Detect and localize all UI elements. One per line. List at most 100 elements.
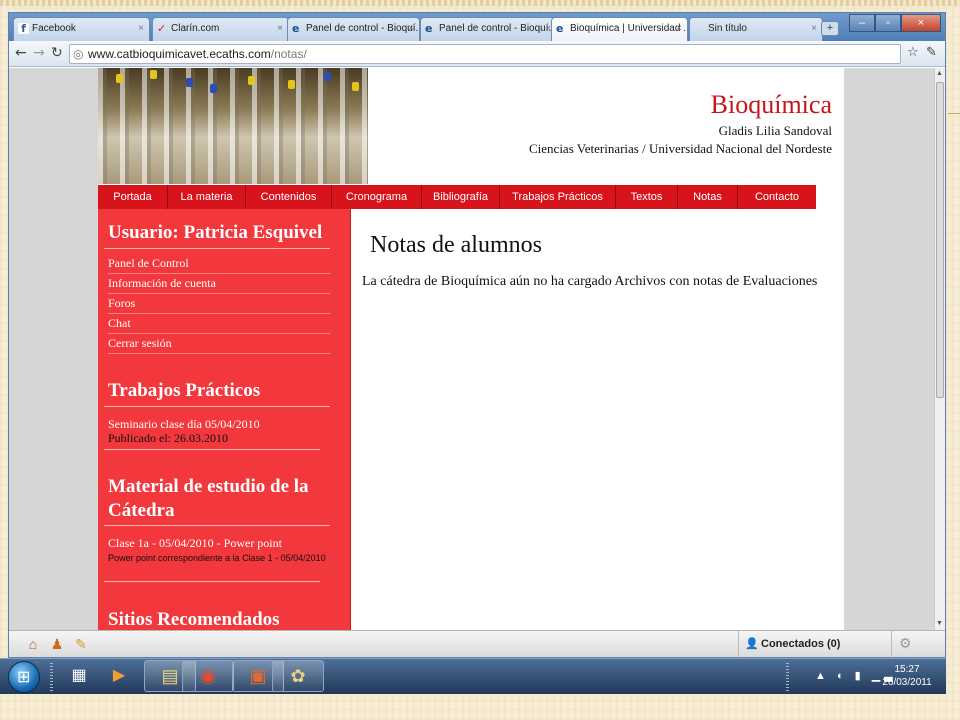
slide-rule: [948, 113, 960, 114]
page-title: Notas de alumnos: [370, 232, 542, 258]
web-page: Bioquímica Gladis Lilia Sandoval Ciencia…: [98, 68, 844, 630]
browser-toolbar: ← → ↻ ◎ www.catbioquimicavet.ecaths.com/…: [9, 41, 945, 67]
page-scrollbar[interactable]: ▲ ▼: [934, 68, 945, 630]
maximize-button[interactable]: ▫: [875, 14, 901, 32]
nav-textos[interactable]: Textos: [616, 185, 678, 209]
taskbar-grip: [786, 663, 789, 691]
banner-caps: [98, 68, 368, 98]
close-window-button[interactable]: ×: [901, 14, 941, 32]
e-site-icon: e: [292, 22, 300, 35]
window-controls: – ▫ ×: [849, 14, 941, 32]
divider: [104, 406, 330, 407]
home-icon[interactable]: ⌂: [23, 635, 43, 653]
nav-la-materia[interactable]: La materia: [168, 185, 246, 209]
main-nav: Portada La materia Contenidos Cronograma…: [98, 185, 816, 209]
sidebar: Usuario: Patricia Esquivel Panel de Cont…: [98, 209, 351, 630]
divider: [104, 449, 320, 450]
media-player-icon[interactable]: ▶: [106, 662, 132, 690]
nav-cronograma[interactable]: Cronograma: [332, 185, 422, 209]
gear-icon[interactable]: ⚙: [899, 635, 912, 652]
site-title: Bioquímica: [710, 90, 832, 119]
tab-facebook[interactable]: f Facebook ×: [13, 17, 150, 41]
nav-trabajos-practicos[interactable]: Trabajos Prácticos: [500, 185, 616, 209]
taskbar-grip: [50, 663, 53, 691]
chat-status-label: Conectados (0): [761, 638, 841, 650]
windows-logo-icon: ⊞: [17, 669, 31, 686]
clock-date: 26/03/2011: [882, 677, 932, 688]
tab-panel-2[interactable]: e Panel de control - Bioquí... ×: [420, 17, 557, 41]
chat-bar: ⌂ ♟ ✎ 👤 Conectados (0) ⚙: [9, 630, 945, 658]
clock[interactable]: 15:27 26/03/2011: [880, 663, 934, 689]
scroll-down-icon[interactable]: ▼: [936, 620, 943, 627]
tp-published: Publicado el: 26.03.2010: [108, 431, 228, 445]
reload-icon[interactable]: ↻: [51, 45, 63, 61]
nav-contacto[interactable]: Contacto: [738, 185, 816, 209]
nav-bibliografia[interactable]: Bibliografía: [422, 185, 500, 209]
tab-label: Facebook: [32, 23, 76, 34]
e-site-icon: e: [556, 22, 564, 35]
tab-sin-titulo[interactable]: Sin título ×: [689, 17, 823, 41]
pencil-icon[interactable]: ✎: [71, 635, 91, 653]
scroll-thumb[interactable]: [936, 82, 944, 398]
forward-icon[interactable]: →: [33, 45, 45, 61]
facebook-icon: f: [18, 23, 29, 34]
tab-strip: f Facebook × ✓ Clarín.com × e Panel de c…: [9, 13, 945, 41]
sites-heading: Sitios Recomendados: [108, 609, 280, 630]
contacts-icon: 👤: [745, 638, 759, 650]
material-heading-line2: Cátedra: [108, 500, 175, 521]
divider: [104, 581, 320, 582]
sidebar-link-panel-de-control[interactable]: Panel de Control: [108, 254, 330, 274]
sidebar-link-cerrar-sesion[interactable]: Cerrar sesión: [108, 334, 330, 354]
close-icon[interactable]: ×: [277, 18, 283, 40]
web-viewport: Bioquímica Gladis Lilia Sandoval Ciencia…: [9, 68, 945, 630]
tp-item-link[interactable]: Seminario clase día 05/04/2010: [108, 417, 260, 432]
tab-clarin[interactable]: ✓ Clarín.com ×: [152, 17, 289, 41]
url-path: /notas/: [270, 47, 307, 61]
bookmark-star-icon[interactable]: ☆: [907, 45, 919, 60]
divider: [104, 525, 330, 526]
browser-window: f Facebook × ✓ Clarín.com × e Panel de c…: [8, 12, 946, 658]
tab-label: Clarín.com: [171, 23, 220, 34]
url-host: www.catbioquimicavet.ecaths.com: [88, 47, 271, 61]
close-icon[interactable]: ×: [676, 18, 682, 40]
new-tab-button[interactable]: +: [821, 21, 839, 36]
notes-message: La cátedra de Bioquímica aún no ha carga…: [362, 274, 818, 289]
banner-photo: [98, 68, 368, 184]
tab-panel-1[interactable]: e Panel de control - Bioquí... ×: [287, 17, 420, 41]
sidebar-link-chat[interactable]: Chat: [108, 314, 330, 334]
back-icon[interactable]: ←: [15, 45, 27, 61]
wrench-icon[interactable]: ✎: [926, 45, 937, 60]
clock-time: 15:27: [894, 664, 920, 675]
tab-label: Sin título: [708, 23, 747, 34]
user-icon[interactable]: ♟: [47, 635, 67, 653]
divider: [104, 248, 330, 249]
calculator-icon[interactable]: ▦: [66, 662, 92, 690]
e-site-icon: e: [425, 22, 433, 35]
address-bar[interactable]: ◎ www.catbioquimicavet.ecaths.com/notas/: [69, 44, 901, 64]
tab-label: Panel de control - Bioquí...: [306, 23, 420, 34]
material-heading-line1: Material de estudio de la: [108, 476, 309, 497]
nav-portada[interactable]: Portada: [98, 185, 168, 209]
user-heading: Usuario: Patricia Esquivel: [108, 222, 323, 243]
close-icon[interactable]: ×: [138, 18, 144, 40]
paint-button[interactable]: ✿: [272, 660, 324, 692]
clarin-icon: ✓: [157, 22, 167, 35]
scroll-up-icon[interactable]: ▲: [936, 70, 943, 77]
close-icon[interactable]: ×: [408, 18, 414, 40]
sidebar-link-informacion-de-cuenta[interactable]: Información de cuenta: [108, 274, 330, 294]
start-button[interactable]: ⊞: [8, 661, 40, 693]
chrome-button[interactable]: ◉: [182, 660, 234, 692]
chat-status[interactable]: 👤 Conectados (0): [738, 631, 892, 658]
nav-contenidos[interactable]: Contenidos: [246, 185, 332, 209]
close-icon[interactable]: ×: [811, 18, 817, 40]
windows-taskbar: ⊞ ▦ ▶ ▤ ◉ ▣ ✿ ▲ ◐ ▮ ▁▃ 15:27 26/03/2011: [0, 658, 946, 694]
minimize-button[interactable]: –: [849, 14, 875, 32]
tab-bioquimica[interactable]: e Bioquímica | Universidad ... ×: [551, 17, 688, 41]
sidebar-link-foros[interactable]: Foros: [108, 294, 330, 314]
site-author: Gladis Lilia Sandoval: [718, 123, 832, 138]
globe-icon: ◎: [73, 47, 84, 61]
slide-top-strip: [0, 0, 960, 6]
material-description: Power point correspondiente a la Clase 1…: [108, 553, 326, 563]
nav-notas[interactable]: Notas: [678, 185, 738, 209]
material-item-link[interactable]: Clase 1a - 05/04/2010 - Power point: [108, 536, 282, 551]
